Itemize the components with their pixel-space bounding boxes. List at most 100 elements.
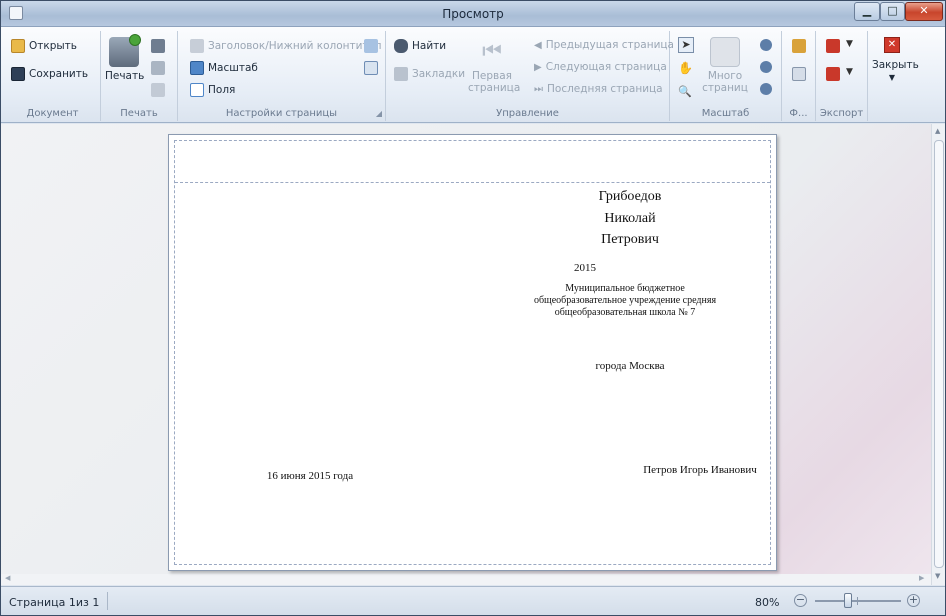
group-zoom: ➤ ✋ 🔍 Много страниц Масштаб <box>670 31 782 121</box>
margins-button[interactable]: Поля <box>190 83 235 97</box>
export-pdf-icon[interactable] <box>826 39 840 53</box>
group-navigation: Найти Закладки ⏮ Первая страница ◀ Преды… <box>386 31 674 121</box>
first-page-icon: ⏮ <box>482 39 502 64</box>
dialog-launcher-icon[interactable]: ◢ <box>376 109 382 118</box>
header-footer-icon <box>190 39 204 53</box>
many-pages-label-1: Много <box>707 70 743 82</box>
close-icon: ✕ <box>884 37 900 53</box>
close-dropdown-icon: ▼ <box>888 73 896 82</box>
vertical-scroll-thumb[interactable] <box>934 140 944 568</box>
zoom-out-button[interactable]: − <box>794 594 807 607</box>
scale-label: Масштаб <box>208 62 258 74</box>
group-export: ▼ ▼ Экспорт <box>816 31 868 121</box>
print-button[interactable]: Печать <box>105 34 145 82</box>
last-page-label: Последняя страница <box>547 83 663 95</box>
zoom-out-icon[interactable] <box>760 39 772 51</box>
header-separator <box>175 182 770 183</box>
zoom-in-button[interactable]: + <box>907 594 920 607</box>
magnifier-icon[interactable]: 🔍 <box>678 85 692 98</box>
many-pages-label-2: страниц <box>702 82 748 94</box>
printer-icon <box>109 34 141 67</box>
open-label: Открыть <box>29 40 77 52</box>
many-pages-button[interactable]: Много страниц <box>702 37 748 94</box>
export-dropdown-icon[interactable]: ▼ <box>846 39 853 49</box>
header-footer-button[interactable]: Заголовок/Нижний колонтитул <box>190 39 382 53</box>
close-preview-button[interactable]: ✕ Закрыть ▼ <box>872 37 919 84</box>
scroll-up-icon[interactable]: ▲ <box>935 127 940 135</box>
folder-icon <box>11 39 25 53</box>
maximize-button[interactable]: □ <box>880 2 905 21</box>
scale-button[interactable]: Масштаб <box>190 61 258 75</box>
first-page-button[interactable]: ⏮ Первая страница <box>468 37 520 94</box>
pointer-icon[interactable]: ➤ <box>678 37 694 53</box>
page-counter: Страница 1из 1 <box>9 596 100 609</box>
bookmarks-icon <box>394 67 408 81</box>
scale-icon <box>190 61 204 75</box>
group-background: Ф... <box>782 31 816 121</box>
ribbon: Открыть Сохранить Документ Печать Печать <box>1 27 945 123</box>
watermark-icon[interactable] <box>792 67 806 81</box>
zoom-percent: 80% <box>755 596 780 609</box>
previous-page-label: Предыдущая страница <box>545 39 674 51</box>
group-label-document: Документ <box>26 108 79 119</box>
doc-school-line-3: общеобразовательная школа № 7 <box>554 307 696 318</box>
print-options-icon[interactable] <box>151 61 165 75</box>
minimize-button[interactable]: ▁ <box>854 2 880 21</box>
zoom-in-icon[interactable] <box>760 83 772 95</box>
group-label-page-setup: Настройки страницы <box>225 108 338 119</box>
last-page-button[interactable]: ⏭ Последняя страница <box>534 83 663 95</box>
window-title: Просмотр <box>442 7 504 21</box>
vertical-scrollbar[interactable]: ▲ ▼ <box>931 124 945 585</box>
find-label: Найти <box>412 40 447 52</box>
page-color-icon[interactable] <box>792 39 806 53</box>
bookmarks-button[interactable]: Закладки <box>394 67 465 81</box>
many-pages-icon <box>710 37 740 67</box>
open-button[interactable]: Открыть <box>11 39 77 53</box>
group-label-export: Экспорт <box>819 108 864 119</box>
last-page-icon: ⏭ <box>534 83 543 95</box>
previous-page-button[interactable]: ◀ Предыдущая страница <box>534 39 674 51</box>
page-margin-frame: Грибоедов Николай Петрович 2015 Муниципа… <box>174 140 771 565</box>
scroll-left-icon[interactable]: ◀ <box>5 574 10 582</box>
close-window-button[interactable]: ✕ <box>905 2 943 21</box>
doc-year: 2015 <box>574 262 596 274</box>
hand-tool-icon[interactable]: ✋ <box>678 61 693 75</box>
orientation-icon[interactable] <box>364 39 378 53</box>
scroll-down-icon[interactable]: ▼ <box>935 572 940 580</box>
document-page: Грибоедов Николай Петрович 2015 Муниципа… <box>168 134 777 571</box>
title-bar: Просмотр ▁ □ ✕ <box>1 1 945 27</box>
group-label-print: Печать <box>120 108 158 119</box>
zoom-slider-thumb[interactable] <box>844 593 852 608</box>
quick-print-icon[interactable] <box>151 39 165 53</box>
next-page-label: Следующая страница <box>545 61 667 73</box>
doc-name: Николай <box>604 211 656 226</box>
group-close: ✕ Закрыть ▼ <box>868 31 919 121</box>
binoculars-icon <box>394 39 408 53</box>
status-separator <box>107 592 108 610</box>
zoom-slider-track[interactable] <box>815 600 901 602</box>
send-pdf-icon[interactable] <box>826 67 840 81</box>
bookmarks-label: Закладки <box>412 68 466 80</box>
doc-date: 16 июня 2015 года <box>266 470 354 482</box>
zoom-icon[interactable] <box>760 61 772 73</box>
send-dropdown-icon[interactable]: ▼ <box>846 67 853 77</box>
save-button[interactable]: Сохранить <box>11 67 88 81</box>
doc-school-line-1: Муниципальное бюджетное <box>565 283 685 294</box>
scroll-right-icon[interactable]: ▶ <box>919 574 924 582</box>
page-setup-icon[interactable] <box>151 83 165 97</box>
floppy-disk-icon <box>11 67 25 81</box>
next-page-button[interactable]: ▶ Следующая страница <box>534 61 667 73</box>
margins-label: Поля <box>208 84 236 96</box>
doc-patronymic: Петрович <box>601 232 659 247</box>
print-label: Печать <box>105 70 145 82</box>
horizontal-scrollbar[interactable]: ◀ ▶ <box>1 574 931 585</box>
doc-surname: Грибоедов <box>598 189 662 204</box>
first-page-label-1: Первая <box>472 70 512 82</box>
margins-icon <box>190 83 204 97</box>
find-button[interactable]: Найти <box>394 39 446 53</box>
paper-size-icon[interactable] <box>364 61 378 75</box>
header-footer-label: Заголовок/Нижний колонтитул <box>208 40 382 52</box>
previous-arrow-icon: ◀ <box>534 39 542 51</box>
group-print: Печать Печать <box>101 31 178 121</box>
group-label-zoom: Масштаб <box>701 108 750 119</box>
